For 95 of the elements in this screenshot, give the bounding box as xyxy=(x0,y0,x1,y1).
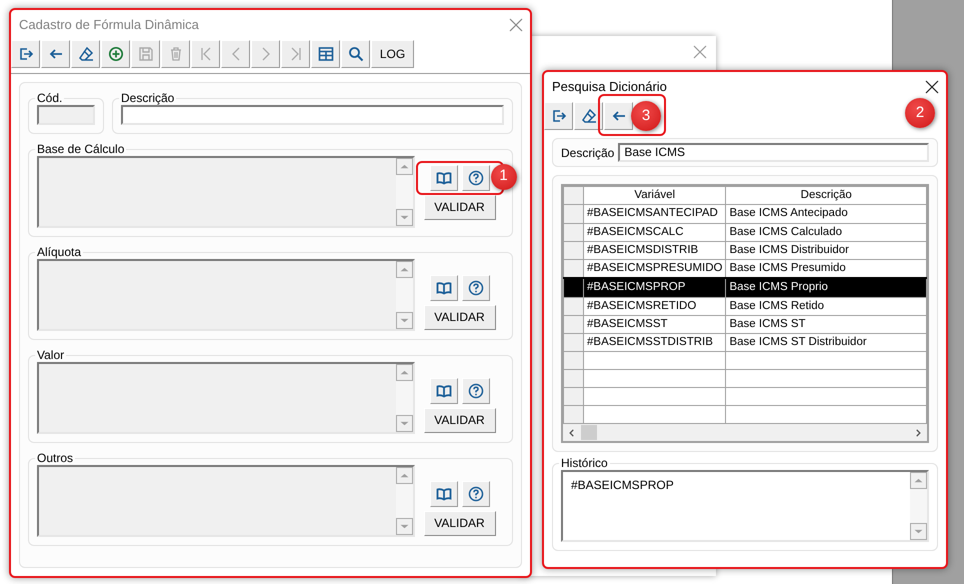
help-button[interactable] xyxy=(462,164,490,190)
table-cell[interactable]: Base ICMS ST Distribuidor xyxy=(726,334,926,352)
table-icon xyxy=(318,46,334,62)
dictionary-button[interactable] xyxy=(430,480,458,506)
book-icon xyxy=(436,382,452,398)
back-button[interactable] xyxy=(604,102,633,130)
close-icon xyxy=(924,79,940,95)
section-label: Outros xyxy=(36,451,74,465)
section-label: Valor xyxy=(36,348,66,362)
table-cell[interactable]: Base ICMS Distribuidor xyxy=(726,241,926,260)
window-title: Pesquisa Dicionário xyxy=(552,78,667,96)
scrollbar[interactable] xyxy=(396,467,413,535)
help-button[interactable] xyxy=(462,274,490,300)
column-header: Descrição xyxy=(726,186,926,205)
help-icon xyxy=(468,486,484,502)
search-field[interactable]: Base ICMS xyxy=(618,143,929,162)
scroll-down-icon xyxy=(400,522,409,531)
window-title: Cadastro de Fórmula Dinâmica xyxy=(19,16,199,34)
row-selector[interactable] xyxy=(564,278,584,297)
close-button[interactable] xyxy=(924,79,940,95)
dictionary-button[interactable] xyxy=(430,274,458,300)
scrollbar[interactable] xyxy=(396,364,413,432)
section-label: Histórico xyxy=(560,456,609,470)
table-cell[interactable]: Base ICMS Calculado xyxy=(726,223,926,242)
section-label: Base de Cálculo xyxy=(36,142,126,156)
book-icon xyxy=(436,486,452,502)
table-cell[interactable]: #BASEICMSPROP xyxy=(584,278,726,297)
field-label: Descrição xyxy=(561,144,614,162)
add-icon xyxy=(108,46,124,62)
scroll-up-icon xyxy=(400,368,409,377)
clear-button[interactable] xyxy=(71,40,100,68)
scrollbar[interactable] xyxy=(910,472,927,540)
table-cell[interactable]: #BASEICMSSTDISTRIB xyxy=(584,334,726,352)
history-field[interactable]: #BASEICMSPROP xyxy=(561,470,929,542)
exit-icon xyxy=(550,108,566,124)
table-cell[interactable]: Base ICMS Retido xyxy=(726,297,926,316)
exit-button[interactable] xyxy=(11,40,40,68)
scroll-down-icon xyxy=(400,419,409,428)
input-field[interactable] xyxy=(121,105,504,125)
scroll-down-icon xyxy=(400,316,409,325)
table-cell[interactable]: #BASEICMSRETIDO xyxy=(584,297,726,316)
scrollbar[interactable] xyxy=(396,158,413,226)
exit-icon xyxy=(18,46,34,62)
validate-button[interactable]: VALIDAR xyxy=(424,510,496,536)
callout-badge: 2 xyxy=(905,98,935,128)
table-cell[interactable]: Base ICMS ST xyxy=(726,315,926,334)
scroll-thumb[interactable] xyxy=(581,425,597,440)
field-label: Descrição xyxy=(120,91,176,105)
table-cell[interactable]: #BASEICMSDISTRIB xyxy=(584,241,726,260)
scroll-up-icon xyxy=(400,471,409,480)
book-icon xyxy=(436,170,452,186)
exit-button[interactable] xyxy=(544,102,573,130)
add-button[interactable] xyxy=(101,40,130,68)
search-icon xyxy=(348,46,364,62)
search-button[interactable] xyxy=(341,40,370,68)
row-header xyxy=(564,186,584,205)
formula-field[interactable] xyxy=(37,362,415,434)
table-cell[interactable]: #BASEICMSCALC xyxy=(584,223,726,242)
table-button[interactable] xyxy=(311,40,340,68)
formula-field[interactable] xyxy=(37,465,415,537)
help-icon xyxy=(468,382,484,398)
scroll-down-icon xyxy=(400,213,409,222)
table-cell[interactable]: #BASEICMSST xyxy=(584,315,726,334)
validate-button[interactable]: VALIDAR xyxy=(424,408,496,432)
help-button[interactable] xyxy=(462,378,490,404)
validate-button[interactable]: VALIDAR xyxy=(424,304,496,330)
clear-button[interactable] xyxy=(574,102,603,130)
dictionary-button[interactable] xyxy=(430,378,458,404)
close-icon xyxy=(692,44,708,60)
scroll-up-icon xyxy=(400,265,409,274)
section-label: Alíquota xyxy=(36,245,82,259)
book-icon xyxy=(436,280,452,296)
dictionary-button[interactable] xyxy=(430,164,458,190)
eraser-icon xyxy=(580,108,596,124)
callout-badge: 1 xyxy=(490,164,516,190)
table-cell[interactable]: #BASEICMSANTECIPAD xyxy=(584,204,726,223)
table-cell[interactable]: Base ICMS Antecipado xyxy=(726,204,926,223)
callout-badge: 3 xyxy=(631,101,661,131)
table-cell[interactable]: Base ICMS Proprio xyxy=(726,278,926,297)
scroll-up-icon xyxy=(400,162,409,171)
help-icon xyxy=(468,170,484,186)
formula-field[interactable] xyxy=(37,156,415,228)
formula-field[interactable] xyxy=(37,259,415,331)
help-button[interactable] xyxy=(462,480,490,506)
save-icon xyxy=(138,46,154,62)
eraser-icon xyxy=(78,46,94,62)
log-button[interactable]: LOG xyxy=(371,40,414,68)
column-header: Variável xyxy=(584,186,726,205)
back-button[interactable] xyxy=(41,40,70,68)
validate-button[interactable]: VALIDAR xyxy=(424,194,496,220)
field-label: Cód. xyxy=(36,91,64,105)
horizontal-scrollbar[interactable] xyxy=(563,424,927,442)
close-icon xyxy=(508,17,524,33)
help-icon xyxy=(468,280,484,296)
scrollbar[interactable] xyxy=(396,261,413,329)
